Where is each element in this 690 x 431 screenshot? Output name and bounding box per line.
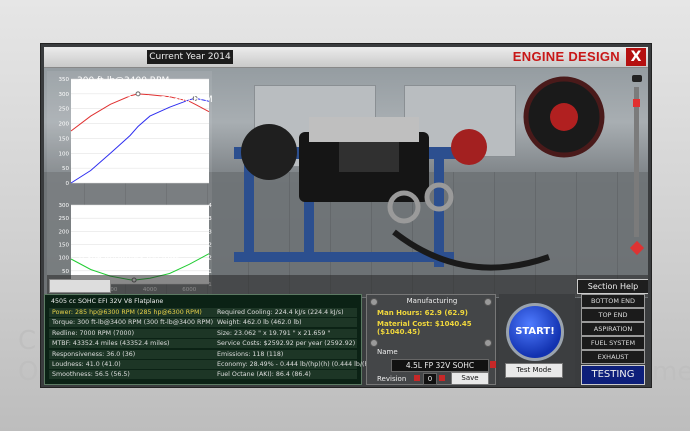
engine-name-field[interactable]: 4.5L FP 32V SOHC (391, 359, 489, 372)
nav-fuel-system[interactable]: FUEL SYSTEM (581, 336, 645, 350)
chart2-ytick-left: 150 (59, 243, 70, 249)
nav-aspiration[interactable]: ASPIRATION (581, 322, 645, 336)
chart2-ytick-right: 4.0 (208, 203, 212, 209)
engine-stats-panel: 4505 cc SOHC EFI 32V V8 Flatplane Power:… (44, 294, 386, 385)
nav-exhaust[interactable]: EXHAUST (581, 350, 645, 364)
chart2-ytick-right: 3.5 (208, 216, 212, 222)
test-mode-button[interactable]: Test Mode (505, 363, 563, 378)
stat-left: Power: 285 hp@6300 RPM (285 hp@6300 RPM) (52, 309, 202, 316)
stat-right: Required Cooling: 224.4 kJ/s (224.4 kJ/s… (217, 309, 344, 316)
chart1-ytick: 50 (62, 166, 69, 172)
section-nav: BOTTOM END TOP END ASPIRATION FUEL SYSTE… (576, 286, 651, 386)
revision-prev-icon[interactable] (414, 375, 420, 381)
screw-icon (484, 339, 492, 347)
background-text-o: O (18, 357, 39, 387)
chart1-ytick: 350 (59, 77, 70, 83)
background-text-c: C (18, 326, 37, 356)
chart1-ytick: 250 (59, 107, 70, 113)
stat-left: Torque: 300 ft-lb@3400 RPM (300 ft-lb@34… (52, 319, 214, 327)
start-area: START! Test Mode (499, 294, 575, 385)
chart2-ytick-left: 250 (59, 216, 70, 222)
chart1-ytick: 150 (59, 136, 70, 142)
stat-right: Weight: 462.0 lb (462.0 lb) (217, 319, 302, 327)
revision-label: Revision (377, 375, 407, 383)
stat-right: Service Costs: $2592.92 per year (2592.9… (217, 340, 356, 348)
chart2-ytick-left: 50 (62, 269, 69, 275)
vertical-scroll-thumb[interactable] (633, 99, 640, 107)
stat-left: Smoothness: 56.5 (56.5) (52, 371, 130, 379)
stat-right: Fuel Octane (AKI): 86.4 (86.4) (217, 371, 311, 379)
man-hours: Man Hours: 62.9 (62.9) (377, 309, 468, 317)
engine-stand-base (234, 252, 454, 262)
flywheel (241, 124, 297, 180)
manufacturing-panel: Manufacturing Man Hours: 62.9 (62.9) Mat… (366, 294, 496, 385)
nav-top-end[interactable]: TOP END (581, 308, 645, 322)
nav-bottom-end[interactable]: BOTTOM END (581, 294, 645, 308)
chart1-power-annotation: 285 hp@6300 RPM (127, 95, 212, 105)
chart2-ytick-right: 3.0 (208, 229, 212, 235)
title-bar: Current Year 2014 ENGINE DESIGN X (44, 47, 648, 68)
chart2-ytick-left: 200 (59, 229, 70, 235)
exhaust-hose (392, 229, 550, 271)
chart2-bsfc-annotation: 0.396 lb/(hp)@3200 RPM (79, 254, 179, 263)
chart1-ytick: 300 (59, 92, 70, 98)
background-text-me: me (652, 357, 690, 387)
save-button[interactable]: Save (451, 372, 489, 385)
horizontal-scroll-thumb[interactable] (49, 279, 111, 293)
stat-left: MTBF: 43352.4 miles (43352.4 miles) (52, 340, 170, 348)
chart1-ytick: 0 (66, 181, 70, 187)
chart2-ytick-right: 2.0 (208, 256, 212, 262)
stat-right: Size: 23.062 " x 19.791 " x 21.659 " (217, 329, 331, 337)
chart1-ytick: 200 (59, 122, 70, 128)
engine-3d-viewport[interactable]: Current Year 2014 ENGINE DESIGN X 0 50 100… (44, 47, 648, 298)
manufacturing-title: Manufacturing (406, 297, 458, 305)
vertical-scroll-track[interactable] (634, 87, 639, 237)
current-year: Current Year 2014 (147, 50, 233, 64)
red-dyno (451, 129, 487, 165)
chart1-ytick: 100 (59, 151, 70, 157)
intake-manifold (339, 142, 399, 172)
engine-design-window: Current Year 2014 ENGINE DESIGN X 0 50 100… (40, 43, 652, 388)
chart2-ytick-right: 2.5 (208, 243, 212, 249)
chart2-ytick-left: 300 (59, 203, 70, 209)
name-label: Name (377, 348, 398, 356)
nav-testing[interactable]: TESTING (581, 365, 645, 385)
stat-right: Emissions: 118 (118) (217, 350, 284, 358)
name-edit-icon[interactable] (490, 361, 496, 368)
material-cost: Material Cost: $1040.45 ($1040.45) (377, 320, 472, 336)
cylinder-head (309, 117, 419, 142)
stat-left: Redline: 7000 RPM (7000) (52, 329, 135, 337)
window-title: ENGINE DESIGN (512, 49, 620, 64)
wall-fan-hub (550, 103, 578, 131)
engine-summary: 4505 cc SOHC EFI 32V V8 Flatplane (51, 298, 164, 305)
chart1-torque-annotation: 300 ft-lb@3400 RPM (77, 76, 169, 86)
camera-icon[interactable] (632, 75, 642, 82)
stat-left: Loudness: 41.0 (41.0) (52, 361, 121, 368)
start-button[interactable]: START! (506, 303, 564, 361)
chart2-ytick-left: 100 (59, 256, 70, 262)
engine-charts: 0 50 100 150 200 250 300 350 300 ft-lb@3400 RPM 2… (47, 71, 212, 297)
stat-right: Economy: 28.49% - 0.444 lb/(hp)(h) (0.44… (217, 361, 387, 368)
stat-left: Responsiveness: 36.0 (36) (52, 350, 136, 358)
revision-next-icon[interactable] (439, 375, 445, 381)
revision-value: 0 (423, 373, 437, 385)
close-button[interactable]: X (626, 48, 646, 66)
chart2-ytick-right: 1.5 (208, 269, 212, 275)
screw-icon (370, 339, 378, 347)
